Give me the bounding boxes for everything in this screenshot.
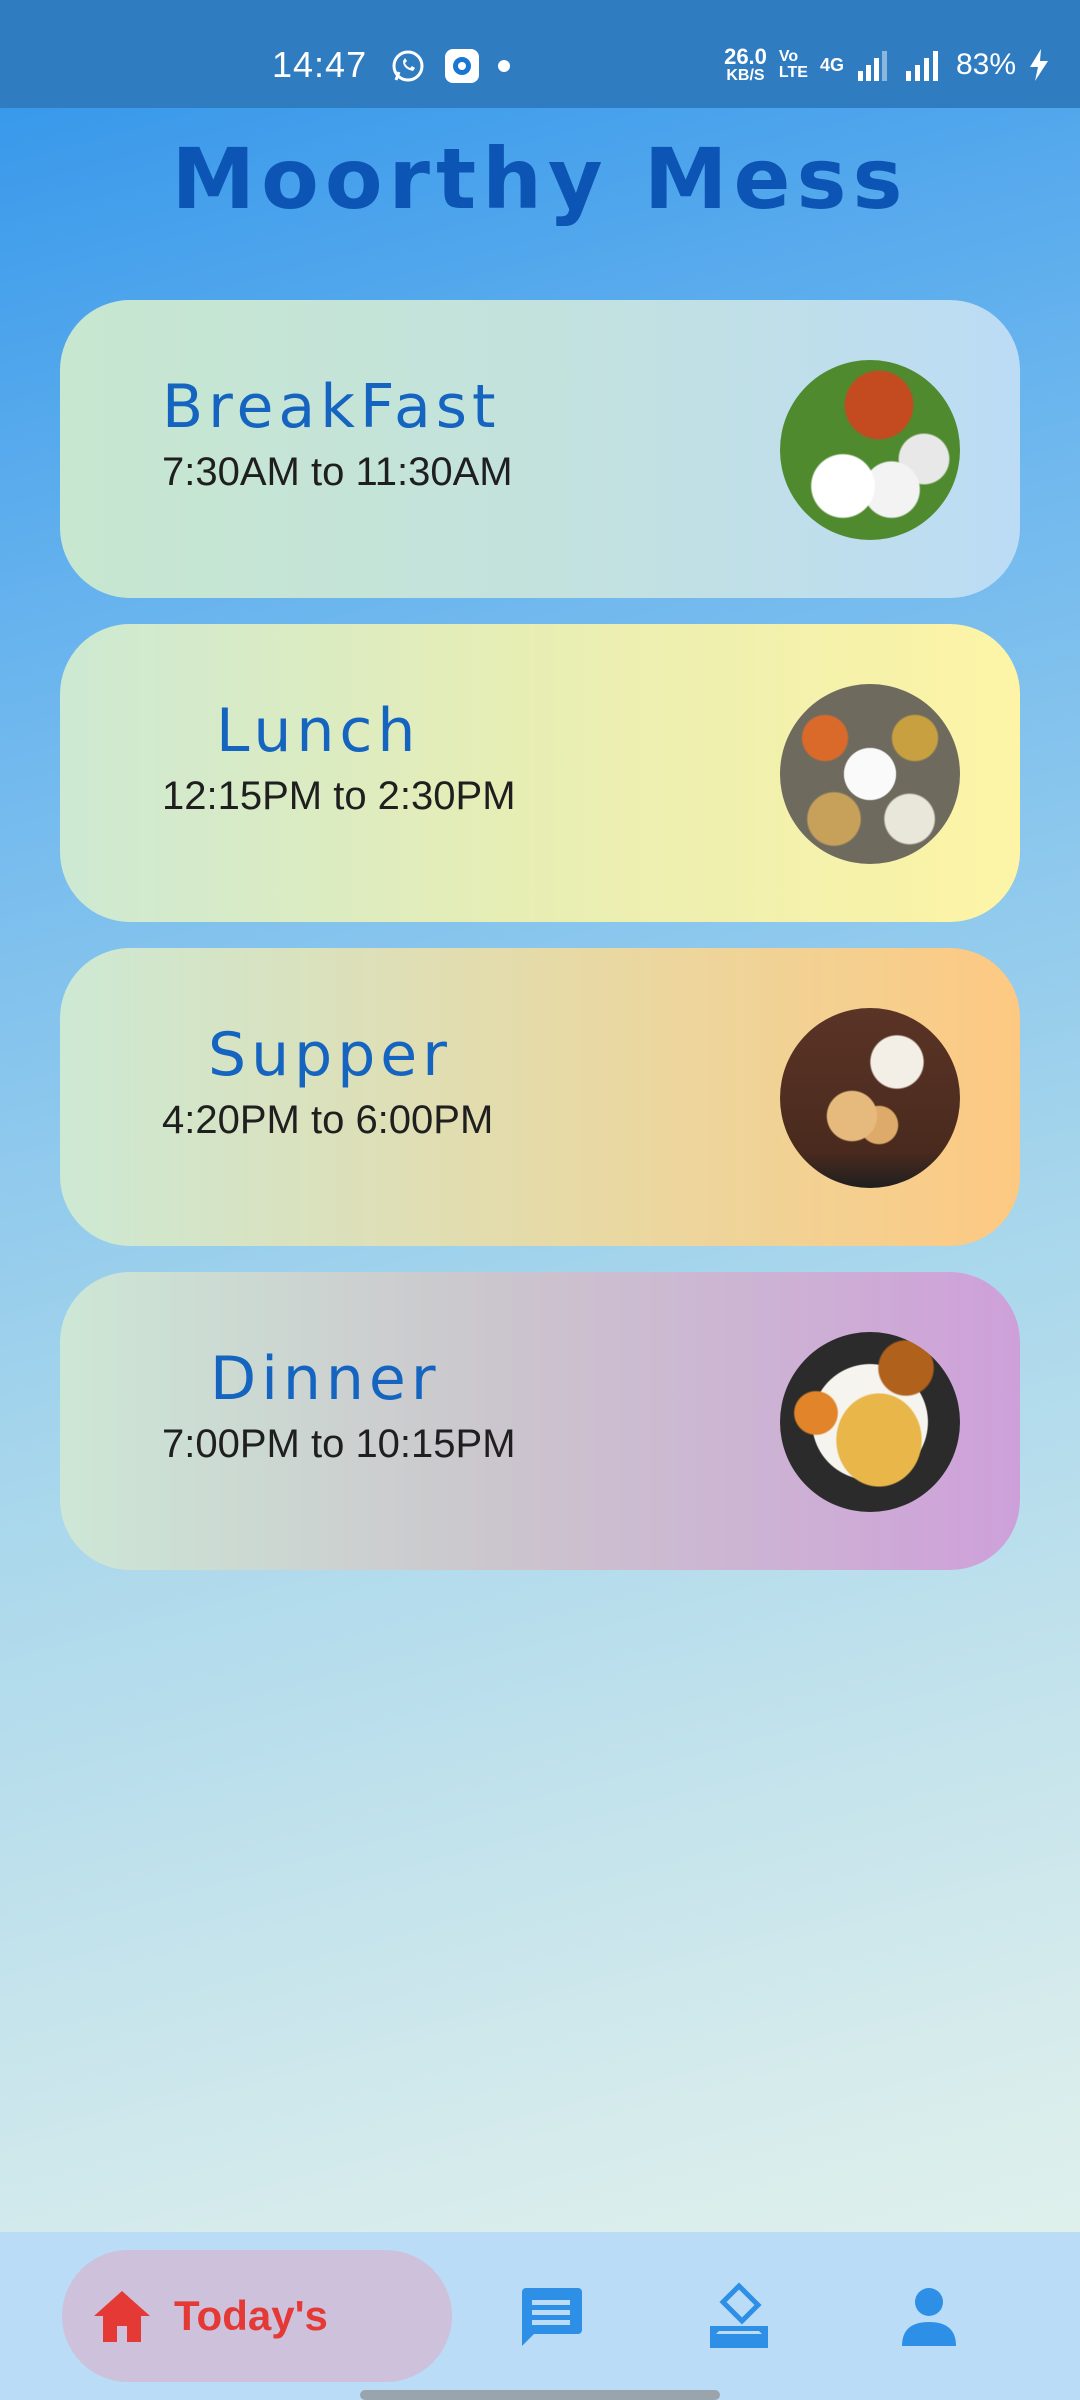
volte-bottom: LTE bbox=[778, 64, 808, 81]
net-speed: 26.0 KB/S bbox=[724, 46, 767, 84]
meal-card-lunch[interactable]: Lunch 12:15PM to 2:30PM bbox=[60, 624, 1020, 922]
volte-indicator: Vo LTE bbox=[779, 49, 808, 81]
meal-time: 4:20PM to 6:00PM bbox=[162, 1098, 494, 1142]
signal-icon-sim1 bbox=[857, 51, 887, 81]
chat-icon bbox=[522, 2288, 582, 2346]
net-speed-unit: KB/S bbox=[726, 67, 765, 84]
nav-todays-tab[interactable]: Today's bbox=[62, 2250, 452, 2382]
network-type: 4G bbox=[819, 54, 844, 75]
status-right: 26.0 KB/S Vo LTE 4G 83% bbox=[724, 46, 1050, 84]
tea-snacks-photo bbox=[780, 1008, 960, 1188]
bottom-nav: Today's bbox=[0, 2232, 1080, 2400]
nav-todays-label: Today's bbox=[174, 2292, 328, 2339]
nav-profile-tab[interactable] bbox=[894, 2282, 964, 2352]
dosa-photo bbox=[780, 1332, 960, 1512]
signal-icon bbox=[905, 51, 938, 81]
meal-time: 7:00PM to 10:15PM bbox=[162, 1422, 516, 1466]
vote-icon bbox=[710, 2282, 768, 2348]
meals-thali-photo bbox=[780, 684, 960, 864]
meal-title: BreakFast bbox=[162, 372, 501, 442]
notification-dot bbox=[498, 60, 510, 72]
status-bar: 14:47 26.0 KB/S Vo LTE 4G 83% bbox=[0, 0, 1080, 108]
net-speed-value: 26.0 bbox=[724, 44, 767, 69]
meal-title: Lunch bbox=[216, 696, 421, 766]
status-time: 14:47 bbox=[272, 44, 368, 85]
meal-card-dinner[interactable]: Dinner 7:00PM to 10:15PM bbox=[60, 1272, 1020, 1570]
idli-sambar-photo bbox=[780, 360, 960, 540]
profile-icon bbox=[902, 2288, 956, 2346]
app-title: Moorthy Mess bbox=[171, 130, 909, 228]
meal-card-breakfast[interactable]: BreakFast 7:30AM to 11:30AM bbox=[60, 300, 1020, 598]
app-notification-icon bbox=[445, 49, 479, 83]
meal-time: 12:15PM to 2:30PM bbox=[162, 774, 516, 818]
volte-top: Vo bbox=[778, 48, 799, 65]
meal-time: 7:30AM to 11:30AM bbox=[162, 450, 513, 494]
battery-percent: 83% bbox=[955, 48, 1016, 81]
home-indicator[interactable] bbox=[360, 2390, 720, 2400]
whatsapp-icon bbox=[392, 50, 424, 82]
meal-title: Dinner bbox=[210, 1344, 441, 1414]
meal-card-supper[interactable]: Supper 4:20PM to 6:00PM bbox=[60, 948, 1020, 1246]
home-icon bbox=[94, 2291, 150, 2342]
meal-title: Supper bbox=[208, 1020, 452, 1090]
battery-charging-icon bbox=[1030, 49, 1048, 81]
notification-icons bbox=[390, 48, 510, 84]
nav-chat-tab[interactable] bbox=[516, 2282, 586, 2352]
nav-vote-tab[interactable] bbox=[704, 2282, 774, 2352]
